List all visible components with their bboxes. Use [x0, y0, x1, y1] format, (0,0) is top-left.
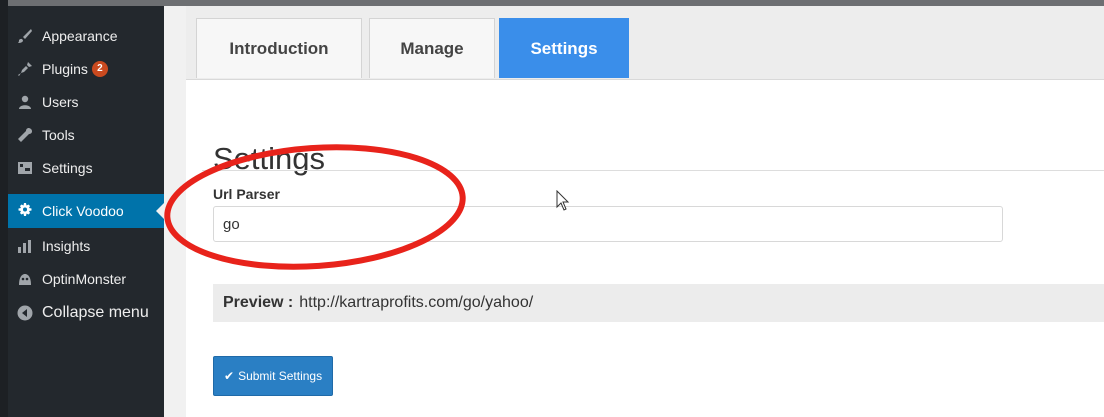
tab-strip: Introduction Manage Settings: [186, 6, 1104, 80]
sidebar-item-label: Tools: [42, 127, 75, 143]
sidebar-item-label: Collapse menu: [42, 304, 149, 321]
tab-settings[interactable]: Settings: [499, 18, 629, 78]
settings-icon: [17, 160, 33, 176]
sidebar-item-label: Plugins: [42, 61, 88, 77]
tab-manage[interactable]: Manage: [369, 18, 495, 78]
wrench-icon: [17, 127, 33, 143]
sidebar-item-label: Insights: [42, 238, 91, 254]
settings-panel: Settings Url Parser Preview : http://kar…: [186, 80, 1104, 417]
users-icon: [17, 94, 33, 110]
preview-bar: Preview : http://kartraprofits.com/go/ya…: [213, 284, 1104, 322]
sidebar-item-label: Click Voodoo: [42, 203, 124, 219]
url-parser-label: Url Parser: [213, 186, 280, 202]
mouse-cursor-icon: [556, 190, 570, 211]
window-left-edge: [0, 0, 8, 417]
sidebar-item-label: Appearance: [42, 28, 118, 44]
sidebar-item-label: OptinMonster: [42, 271, 127, 287]
sidebar-item-plugins[interactable]: Plugins 2: [8, 52, 164, 86]
checkmark-icon: ✔: [224, 369, 235, 383]
url-parser-input[interactable]: [213, 206, 1003, 242]
gear-icon: [17, 203, 33, 219]
submit-settings-button[interactable]: ✔ Submit Settings: [213, 356, 334, 396]
admin-sidebar: Appearance Plugins 2 Users Tools Setting…: [8, 6, 164, 417]
optinmonster-icon: [17, 271, 33, 287]
title-divider: [202, 170, 1104, 171]
preview-url: http://kartraprofits.com/go/yahoo/: [299, 294, 534, 311]
page-title: Settings: [213, 140, 326, 176]
update-count-badge: 2: [91, 61, 108, 77]
sidebar-item-appearance[interactable]: Appearance: [8, 19, 164, 53]
sidebar-item-settings[interactable]: Settings: [8, 151, 164, 185]
tab-introduction[interactable]: Introduction: [196, 18, 362, 78]
sidebar-item-tools[interactable]: Tools: [8, 118, 164, 152]
preview-label: Preview :: [223, 294, 294, 311]
collapse-menu-button[interactable]: Collapse menu: [8, 296, 164, 330]
sidebar-item-optinmonster[interactable]: OptinMonster: [8, 262, 164, 296]
sidebar-item-label: Settings: [42, 160, 93, 176]
sidebar-item-label: Users: [42, 94, 79, 110]
submit-button-label: Submit Settings: [238, 369, 323, 383]
sidebar-item-users[interactable]: Users: [8, 85, 164, 119]
insights-icon: [17, 238, 33, 254]
sidebar-item-click-voodoo[interactable]: Click Voodoo: [8, 194, 164, 228]
sidebar-item-insights[interactable]: Insights: [8, 229, 164, 263]
collapse-icon: [17, 305, 33, 321]
paintbrush-icon: [17, 28, 33, 44]
plugin-icon: [17, 61, 33, 77]
